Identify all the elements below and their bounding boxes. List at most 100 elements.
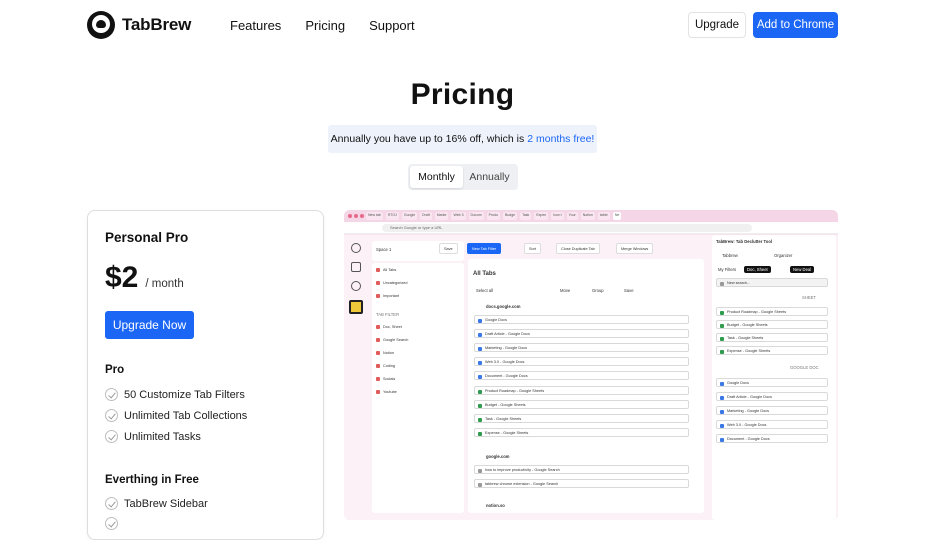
popup-row: Draft Article - Google Docs: [716, 392, 828, 401]
browser-tab: Marke: [434, 212, 449, 220]
logo-icon: [351, 243, 361, 253]
price-period: / month: [145, 278, 184, 290]
add-to-chrome-button[interactable]: Add to Chrome: [753, 12, 838, 38]
filter-item: Coding: [374, 362, 460, 370]
annual-discount-banner: Annually you have up to 16% off, which i…: [328, 125, 597, 153]
filter-item: Socials: [374, 375, 460, 383]
tab-row: Web 3.0 - Google Docs: [474, 357, 689, 366]
toggle-monthly[interactable]: Monthly: [410, 166, 463, 188]
sort-button: Sort: [524, 243, 541, 254]
popup-group-label: SHEET: [802, 295, 816, 300]
tab-row: Product Roadmap - Google Sheets: [474, 386, 689, 395]
select-all: Select all: [476, 288, 493, 293]
product-screenshot: New tab RTOJ Google Draft Marke Web 3 Do…: [344, 210, 838, 520]
domain-group: docs.google.com: [486, 304, 521, 309]
pricing-card-personal-pro: Personal Pro $2 / month Upgrade Now Pro …: [87, 210, 324, 540]
nav-features[interactable]: Features: [230, 18, 281, 33]
sidebar-item: Important: [374, 292, 460, 300]
feature-item: Unlimited Tab Collections: [105, 409, 247, 422]
filter-title: TAB FILTER: [376, 312, 400, 317]
promo-text: Annually you have up to 16% off, which i…: [330, 133, 525, 145]
check-circle-icon: [105, 497, 118, 510]
browser-tab: Notion: [580, 212, 595, 220]
upgrade-now-button[interactable]: Upgrade Now: [105, 311, 194, 339]
window-controls-icon: [348, 214, 364, 218]
tab-row: tabbrew chrome extension - Google Search: [474, 479, 689, 488]
upgrade-button[interactable]: Upgrade: [688, 12, 746, 38]
popup-row: Google Docs: [716, 378, 828, 387]
browser-tab: Docum: [468, 212, 484, 220]
filter-item: Notion: [374, 349, 460, 357]
tab-row: Task - Google Sheets: [474, 414, 689, 423]
browser-tab-active: Ne: [612, 212, 622, 220]
browser-tab: New tab: [366, 212, 383, 220]
feature-item: Unlimited Tasks: [105, 430, 201, 443]
popup-filter-new: New Deal: [790, 266, 815, 273]
filter-item: Youtube: [374, 388, 460, 396]
tab-row: Budget - Google Sheets: [474, 400, 689, 409]
filter-item: Google Search: [374, 336, 460, 344]
url-input: Search Google or type a URL: [382, 224, 752, 232]
inbox-icon: [351, 262, 361, 272]
app-badge-icon: [349, 300, 363, 314]
plan-name: Personal Pro: [105, 230, 189, 245]
tab-row: Draft Article - Google Docs: [474, 329, 689, 338]
domain-group: google.com: [486, 454, 510, 459]
move-action: Move: [560, 288, 571, 293]
check-circle-icon: [105, 517, 118, 530]
tabbrew-logo-icon: [87, 11, 115, 39]
close-duplicate-button: Close Duplicate Tab: [556, 243, 600, 254]
save-action: Save: [624, 288, 634, 293]
popup-row: Expense - Google Sheets: [716, 346, 828, 355]
sidebar-item: Uncategorized: [374, 279, 460, 287]
nav-pricing[interactable]: Pricing: [305, 18, 345, 33]
check-circle-icon: [105, 409, 118, 422]
browser-tab: Draft: [420, 212, 432, 220]
toggle-annually[interactable]: Annually: [463, 166, 516, 188]
browser-tab: Task: [520, 212, 532, 220]
nav-support[interactable]: Support: [369, 18, 415, 33]
browser-tab: RTOJ: [385, 212, 399, 220]
feature-item: 50 Customize Tab Filters: [105, 388, 245, 401]
check-circle-icon: [105, 388, 118, 401]
price-amount: $2: [105, 261, 139, 294]
tabbrew-app-preview: Space 1 All Tabs Uncategorized Important…: [344, 235, 838, 520]
free-section-title: Everthing in Free: [105, 474, 199, 486]
popup-filter-active: Doc, Sheet: [744, 266, 771, 273]
list-title: All Tabs: [473, 271, 496, 277]
browser-tab: how t: [551, 212, 564, 220]
feature-label: Unlimited Tab Collections: [124, 409, 248, 422]
feature-label: Unlimited Tasks: [124, 430, 201, 443]
tab-row: how to improve productivity - Google Sea…: [474, 465, 689, 474]
billing-toggle: Monthly Annually: [408, 164, 518, 190]
popup-row: Task - Google Sheets: [716, 333, 828, 342]
popup-filter: My Filters: [718, 267, 737, 272]
feature-item: [105, 517, 118, 530]
browser-tab: Budge: [502, 212, 518, 220]
pro-section-title: Pro: [105, 364, 125, 376]
tab-row: Marketing - Google Docs: [474, 343, 689, 352]
main-nav: Features Pricing Support: [230, 18, 415, 33]
browser-tab: Your: [566, 212, 578, 220]
address-bar: Search Google or type a URL: [344, 222, 838, 234]
tab-row: Google Docs: [474, 315, 689, 324]
popup-search: New search...: [716, 278, 828, 287]
browser-tab: Google: [401, 212, 418, 220]
popup-row: Web 3.0 - Google Docs: [716, 420, 828, 429]
sidebar-item: All Tabs: [374, 266, 460, 274]
browser-tab: Expen: [534, 212, 549, 220]
popup-tab: Organizer: [774, 253, 793, 258]
feature-label: TabBrew Sidebar: [124, 497, 208, 510]
popup-row: Document - Google Docs: [716, 434, 828, 443]
tab-row: Document - Google Docs: [474, 371, 689, 380]
page-title: Pricing: [410, 78, 515, 111]
filter-item: Doc, Sheet: [374, 323, 460, 331]
group-action: Group: [592, 288, 604, 293]
promo-highlight: 2 months free!: [527, 133, 595, 145]
merge-windows-button: Merge Windows: [616, 243, 654, 254]
brand-name: TabBrew: [122, 15, 192, 34]
save-tool-button: Save: [439, 243, 458, 254]
tab-row: Expense - Google Sheets: [474, 428, 689, 437]
popup-tab: Tabbrew: [722, 253, 738, 258]
brand-logo[interactable]: TabBrew: [87, 11, 191, 39]
